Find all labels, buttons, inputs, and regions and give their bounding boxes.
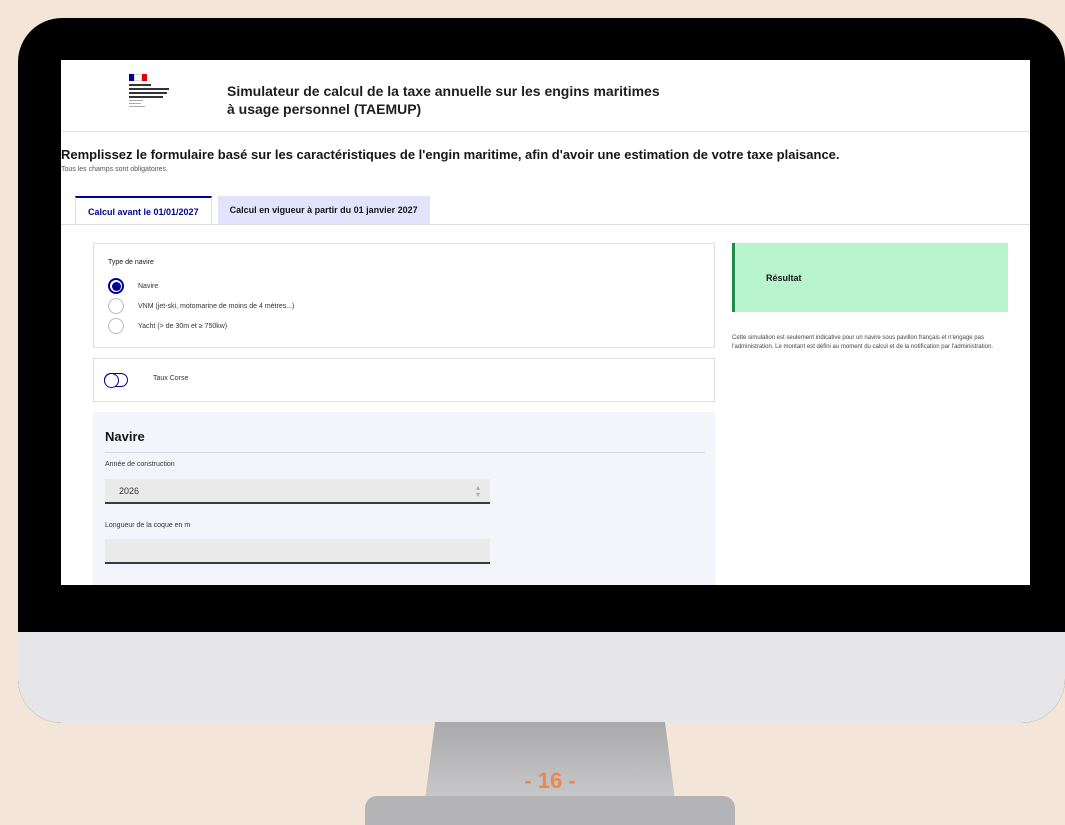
hull-length-input[interactable] (105, 539, 490, 564)
year-value: 2026 (119, 486, 140, 496)
tabs: Calcul avant le 01/01/2027 Calcul en vig… (75, 196, 430, 224)
radio-label: VNM (jet-ski, motomarine de moins de 4 m… (138, 302, 295, 310)
tab-before-2027[interactable]: Calcul avant le 01/01/2027 (75, 196, 212, 224)
tabs-divider (61, 224, 1030, 225)
radio-option-navire[interactable]: Navire (108, 278, 158, 294)
year-label: Année de construction (105, 461, 175, 468)
radio-option-vnm[interactable]: VNM (jet-ski, motomarine de moins de 4 m… (108, 298, 294, 314)
corsica-rate-card: Taux Corse (93, 358, 715, 402)
site-header: Simulateur de calcul de la taxe annuelle… (61, 60, 1030, 132)
republique-logo (129, 74, 199, 124)
navire-section: Navire Année de construction 2026 ▴ ▾ Lon… (93, 412, 715, 585)
monitor-chin (18, 632, 1065, 723)
monitor-stand-base (365, 796, 735, 825)
vessel-type-card: Type de navire Navire VNM (jet-ski, moto… (93, 243, 715, 348)
radio-button[interactable] (108, 278, 124, 294)
radio-button[interactable] (108, 298, 124, 314)
result-title: Résultat (766, 273, 802, 283)
monitor-frame: Simulateur de calcul de la taxe annuelle… (18, 18, 1065, 723)
tab-from-2027[interactable]: Calcul en vigueur à partir du 01 janvier… (217, 196, 430, 224)
year-input[interactable]: 2026 ▴ ▾ (105, 479, 490, 504)
vessel-type-legend: Type de navire (108, 259, 154, 266)
section-title: Navire (105, 429, 145, 444)
result-box: Résultat (732, 243, 1008, 312)
intro-title: Remplissez le formulaire basé sur les ca… (61, 147, 840, 162)
section-divider (105, 452, 705, 453)
page-number: - 16 - (524, 768, 576, 793)
radio-label: Yacht (> de 30m et ≥ 750kw) (138, 322, 228, 330)
radio-option-yacht[interactable]: Yacht (> de 30m et ≥ 750kw) (108, 318, 227, 334)
intro-subtitle: Tous les champs sont obligatoires. (61, 166, 168, 173)
toggle-label: Taux Corse (153, 375, 189, 382)
toggle-switch-icon[interactable] (104, 373, 128, 388)
browser-screen: Simulateur de calcul de la taxe annuelle… (61, 60, 1030, 585)
site-title: Simulateur de calcul de la taxe annuelle… (227, 83, 660, 117)
result-note: Cette simulation est seulement indicativ… (732, 335, 994, 350)
french-flag-icon (129, 74, 147, 81)
radio-button[interactable] (108, 318, 124, 334)
up-down-arrows-icon[interactable]: ▴ ▾ (476, 484, 480, 499)
hull-length-label: Longueur de la coque en m (105, 522, 191, 529)
radio-label: Navire (138, 282, 159, 290)
